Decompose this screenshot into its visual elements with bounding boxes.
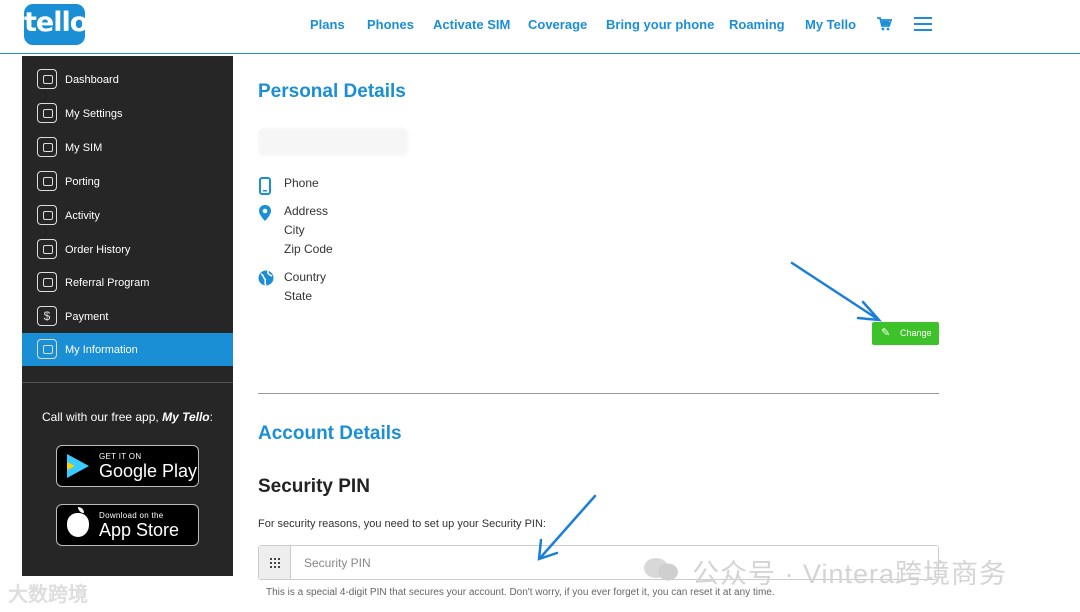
app-promo-name: My Tello	[162, 410, 210, 424]
sidebar-item-activity[interactable]: Activity	[22, 199, 233, 232]
nav-activate-sim[interactable]: Activate SIM	[433, 17, 510, 32]
country-label: Country	[284, 270, 327, 284]
address-label: Address	[284, 204, 329, 218]
sidebar-item-order-history[interactable]: Order History	[22, 233, 233, 266]
sidebar-item-porting[interactable]: Porting	[22, 165, 233, 198]
watermark-text: 公众号 · Vintera跨境商务	[692, 559, 1008, 589]
app-store-button[interactable]: Download on the App Store	[56, 504, 199, 546]
personal-details-title: Personal Details	[258, 81, 406, 102]
sidebar-divider	[22, 382, 233, 383]
sidebar-item-label: Activity	[65, 210, 100, 222]
change-button-label: Change	[900, 328, 932, 338]
sidebar-item-my-settings[interactable]: My Settings	[22, 97, 233, 130]
sidebar-item-label: My Settings	[65, 108, 123, 120]
wechat-logo-icon	[644, 558, 678, 581]
city-label: City	[284, 223, 305, 237]
keypad-icon	[270, 558, 280, 568]
phone-label: Phone	[284, 176, 319, 190]
sidebar-item-label: My SIM	[65, 142, 103, 154]
state-label: State	[284, 289, 313, 303]
globe-icon	[258, 270, 274, 286]
app-store-small-text: Download on the	[99, 511, 164, 520]
account-sidebar: Dashboard My Settings My SIM Porting Act…	[22, 56, 233, 576]
google-play-button[interactable]: GET IT ON Google Play	[56, 445, 199, 487]
app-promo-text: Call with our free app, My Tello:	[22, 410, 233, 424]
nav-plans[interactable]: Plans	[310, 17, 345, 32]
corner-watermark: 大数跨境	[8, 584, 88, 606]
sidebar-item-my-information[interactable]: My Information	[22, 333, 233, 366]
activity-icon	[37, 205, 57, 225]
app-promo-suffix: :	[209, 410, 213, 424]
referral-icon	[37, 272, 57, 292]
settings-icon	[37, 103, 57, 123]
tello-logo[interactable]: tello	[24, 4, 88, 45]
zip-code-label: Zip Code	[284, 242, 333, 256]
nav-my-tello[interactable]: My Tello	[805, 17, 856, 32]
pin-addon	[259, 546, 291, 579]
order-history-icon	[37, 239, 57, 259]
dollar-icon: $	[37, 306, 57, 326]
sidebar-item-label: Dashboard	[65, 74, 119, 86]
nav-coverage[interactable]: Coverage	[528, 17, 587, 32]
dashboard-icon	[37, 69, 57, 89]
google-play-icon	[67, 454, 89, 478]
nav-bring-your-phone[interactable]: Bring your phone	[606, 17, 714, 32]
sidebar-item-label: Order History	[65, 244, 131, 256]
sidebar-item-label: Porting	[65, 176, 100, 188]
account-details-title: Account Details	[258, 423, 402, 444]
app-promo-lead: Call with our free app,	[42, 410, 159, 424]
user-icon	[37, 339, 57, 359]
google-play-small-text: GET IT ON	[99, 452, 142, 461]
security-pin-title: Security PIN	[258, 476, 370, 497]
arrow-to-change-icon	[790, 261, 883, 322]
pencil-icon: ✎	[881, 327, 891, 339]
sidebar-item-label: My Information	[65, 344, 138, 356]
nav-roaming[interactable]: Roaming	[729, 17, 785, 32]
sidebar-item-payment[interactable]: $ Payment	[22, 300, 233, 333]
location-pin-icon	[259, 205, 271, 221]
hamburger-menu-icon[interactable]	[914, 17, 932, 31]
porting-icon	[37, 171, 57, 191]
app-store-big-text: App Store	[99, 520, 180, 540]
sidebar-item-my-sim[interactable]: My SIM	[22, 131, 233, 164]
sidebar-item-dashboard[interactable]: Dashboard	[22, 63, 233, 96]
cart-icon[interactable]	[876, 16, 892, 32]
google-play-big-text: Google Play	[99, 461, 198, 481]
top-header: tello Plans Phones Activate SIM Coverage…	[0, 0, 1080, 54]
nav-phones[interactable]: Phones	[367, 17, 414, 32]
sidebar-item-label: Referral Program	[65, 277, 150, 289]
sim-icon	[37, 137, 57, 157]
phone-icon	[259, 177, 271, 195]
blurred-name	[258, 128, 408, 156]
apple-icon	[67, 507, 89, 537]
security-pin-description: For security reasons, you need to set up…	[258, 518, 546, 530]
section-divider	[258, 393, 939, 394]
change-button[interactable]: ✎ Change	[872, 322, 939, 345]
sidebar-item-label: Payment	[65, 311, 109, 323]
sidebar-item-referral-program[interactable]: Referral Program	[22, 266, 233, 299]
